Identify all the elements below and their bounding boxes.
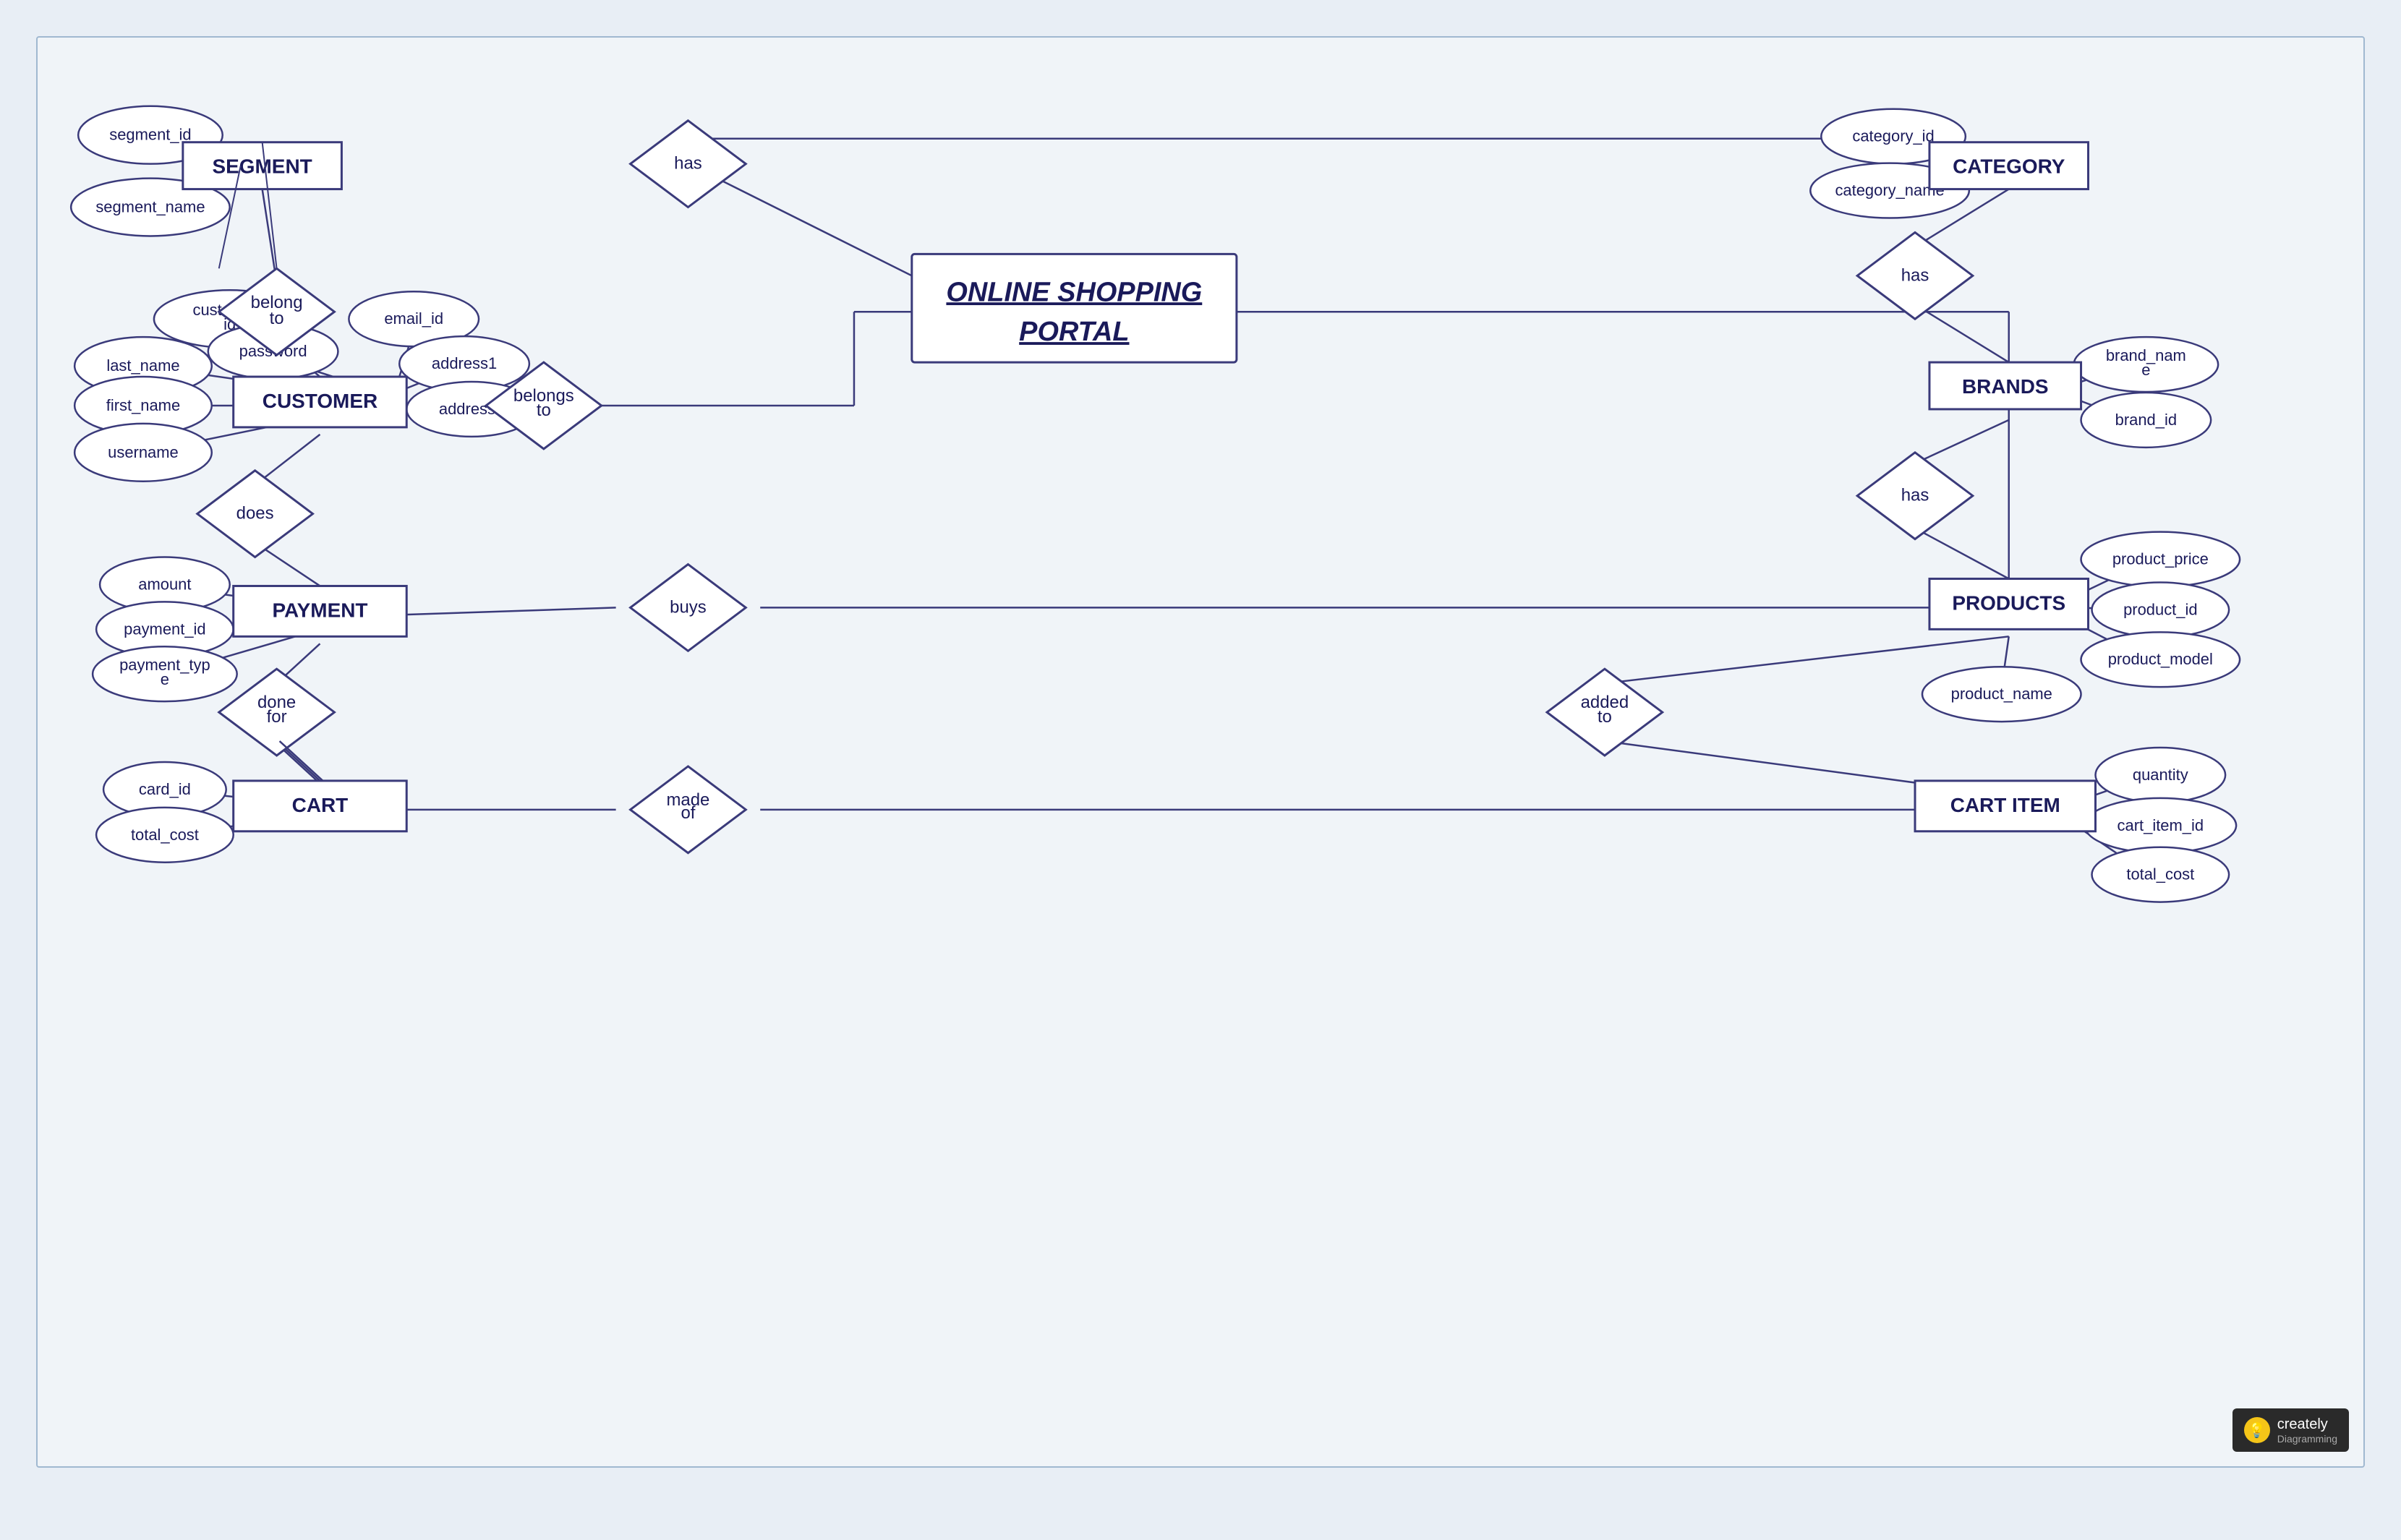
attr-cart-item-id: cart_item_id [2118, 816, 2204, 834]
attr-product-model: product_model [2108, 650, 2213, 668]
attr-card-id: card_id [139, 780, 191, 798]
entity-payment: PAYMENT [272, 599, 367, 621]
attr-brand-name2: e [2141, 361, 2150, 379]
attr-first-name: first_name [106, 396, 180, 414]
attr-last-name: last_name [106, 356, 179, 375]
attr-product-name: product_name [1951, 685, 2052, 703]
entity-category: CATEGORY [1953, 155, 2065, 178]
portal-title-line2: PORTAL [1019, 317, 1129, 347]
entity-brands: BRANDS [1962, 375, 2049, 398]
rel-made-of2: of [681, 803, 695, 823]
rel-belongs-to2: to [537, 401, 551, 420]
attr-quantity: quantity [2133, 766, 2188, 784]
attr-product-price: product_price [2112, 550, 2209, 568]
attr-segment-id: segment_id [109, 126, 191, 144]
attr-total-cost-ci: total_cost [2126, 865, 2194, 884]
attr-segment-name: segment_name [95, 198, 205, 216]
attr-total-cost-cart: total_cost [131, 826, 199, 844]
attr-amount: amount [138, 575, 191, 593]
entity-cart-item: CART ITEM [1950, 794, 2060, 816]
diagram-canvas: segment_id segment_name customer_ id las… [36, 36, 2365, 1468]
rel-buys: buys [670, 597, 707, 617]
entity-segment: SEGMENT [213, 155, 312, 178]
rel-has-products: has [1901, 486, 1929, 505]
rel-added-to2: to [1598, 707, 1612, 727]
attr-username: username [108, 443, 179, 461]
entity-cart: CART [292, 794, 349, 816]
watermark-text: creately Diagramming [2277, 1416, 2337, 1445]
watermark: 💡 creately Diagramming [2232, 1408, 2349, 1452]
attr-address1: address1 [432, 354, 497, 372]
rel-has-category: has [674, 154, 702, 174]
watermark-icon: 💡 [2244, 1417, 2270, 1443]
entity-products: PRODUCTS [1952, 591, 2065, 614]
attr-payment-id: payment_id [124, 620, 205, 638]
attr-brand-id: brand_id [2115, 411, 2177, 429]
rel-belong-to2: to [270, 309, 284, 328]
rel-done-for2: for [267, 707, 287, 727]
entity-customer: CUSTOMER [263, 390, 378, 412]
portal-title-line1: ONLINE SHOPPING [946, 277, 1202, 307]
rel-has-brand: has [1901, 265, 1929, 285]
rel-does: does [236, 504, 274, 523]
attr-email-id: email_id [384, 309, 443, 328]
attr-category-id: category_id [1852, 127, 1934, 145]
attr-category-name: category_name [1835, 181, 1944, 200]
attr-product-id: product_id [2123, 600, 2197, 618]
attr-payment-type2: e [161, 670, 169, 688]
